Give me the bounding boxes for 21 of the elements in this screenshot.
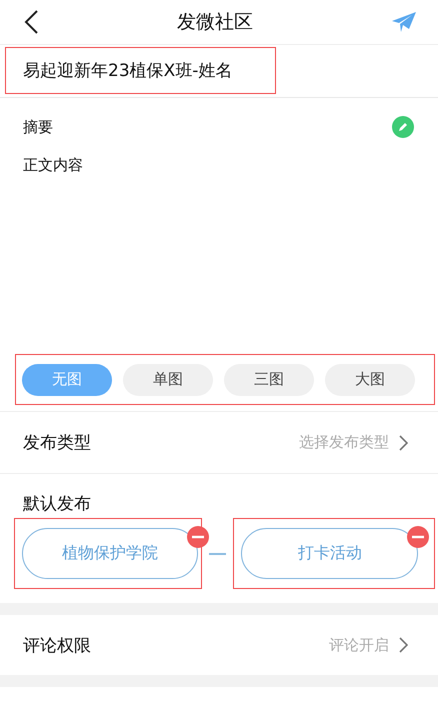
row-value: 评论开启	[329, 636, 389, 654]
body-text[interactable]: 正文内容	[23, 156, 83, 175]
title-field[interactable]: 易起迎新年23植保X班-姓名	[5, 47, 276, 94]
summary-label: 摘要	[23, 118, 53, 136]
comment-permission-row[interactable]: 评论权限 评论开启	[0, 615, 438, 675]
row-value: 选择发布类型	[299, 433, 389, 452]
remove-icon[interactable]	[407, 526, 430, 548]
publish-type-row[interactable]: 发布类型 选择发布类型	[0, 412, 438, 474]
section-label: 默认发布	[22, 493, 91, 515]
row-label: 评论权限	[23, 634, 91, 656]
chevron-right-icon	[399, 434, 408, 450]
page-title: 发微社区	[177, 10, 253, 35]
back-icon[interactable]	[24, 10, 38, 34]
image-mode-tab[interactable]: 单图	[123, 364, 213, 396]
row-label: 发布类型	[23, 432, 91, 454]
chevron-right-icon	[399, 637, 408, 653]
paper-plane-icon[interactable]	[392, 12, 416, 32]
pencil-icon[interactable]	[392, 116, 414, 138]
remove-icon[interactable]	[187, 526, 209, 548]
image-mode-tab[interactable]: 大图	[325, 364, 415, 396]
image-mode-tab[interactable]: 三图	[224, 364, 314, 396]
